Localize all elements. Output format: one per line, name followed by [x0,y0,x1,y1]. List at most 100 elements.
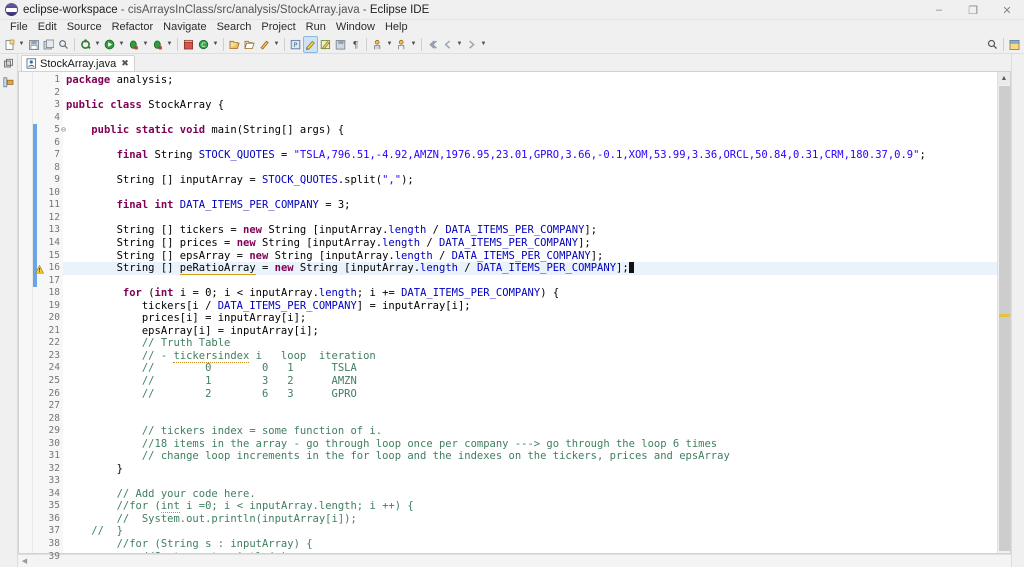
code-line[interactable]: } [63,463,997,476]
pilcrow-icon[interactable]: ¶ [348,36,363,53]
menu-item-window[interactable]: Window [331,20,380,35]
code-line[interactable]: String [] prices = new String [inputArra… [63,237,997,250]
forward-icon[interactable] [464,36,479,53]
build-icon[interactable] [78,36,93,53]
annotation-ruler[interactable] [19,72,33,553]
save-icon[interactable] [26,36,41,53]
restore-view-icon[interactable] [3,58,15,70]
code-line[interactable]: //for (int i =0; i < inputArray.length; … [63,500,997,514]
scroll-left-arrow-icon[interactable]: ◀ [18,557,31,565]
code-line[interactable]: // } [63,525,997,538]
close-icon[interactable]: ✖ [121,58,129,69]
editor-vertical-scrollbar[interactable]: ▲ [997,72,1010,553]
editor-horizontal-scrollbar[interactable]: ◀ [18,554,1011,567]
previous-annotation-icon[interactable] [394,36,409,53]
previous-annotation-dropdown-arrow-icon[interactable]: ▼ [409,36,418,53]
menu-item-search[interactable]: Search [212,20,257,35]
quick-access-icon[interactable] [985,36,1000,53]
code-line[interactable]: tickers[i / DATA_ITEMS_PER_COMPANY] = in… [63,300,997,313]
code-line[interactable]: // System.out.println(inputArray[i]); [63,513,997,526]
menu-item-run[interactable]: Run [301,20,331,35]
line-number-ruler[interactable]: 1 2 3 4 5 ⊖ 6 7 8 9 10 11 12 13 14 15 16 17 18 19 20 21 22 23 24… [33,72,66,562]
code-line[interactable]: public class StockArray { [63,99,997,112]
code-line[interactable]: epsArray[i] = inputArray[i]; [63,325,997,338]
code-line[interactable]: String [] peRatioArray = new String [inp… [63,262,997,276]
last-edit-location-icon[interactable] [425,36,440,53]
code-line[interactable]: // 1 3 2 AMZN [63,375,997,388]
open-type-icon[interactable] [227,36,242,53]
editor-tab-stockarray[interactable]: StockArray.java ✖ [21,55,135,71]
warning-icon[interactable] [34,264,45,274]
code-text-area[interactable]: package analysis; public class StockArray… [63,72,997,553]
code-line[interactable]: String [] inputArray = STOCK_QUOTES.spli… [63,174,997,187]
code-line[interactable] [63,187,997,200]
code-line[interactable]: String [] tickers = new String [inputArr… [63,224,997,237]
code-line[interactable] [63,413,997,426]
code-line[interactable] [63,137,997,150]
menu-item-help[interactable]: Help [380,20,413,35]
code-line[interactable]: prices[i] = inputArray[i]; [63,312,997,325]
menu-item-source[interactable]: Source [62,20,107,35]
code-line[interactable] [63,87,997,100]
next-annotation-dropdown-arrow-icon[interactable]: ▼ [385,36,394,53]
code-line[interactable] [63,212,997,225]
skip-breakpoints-icon[interactable] [333,36,348,53]
package-explorer-icon[interactable] [2,77,15,89]
next-annotation-icon[interactable] [370,36,385,53]
code-line[interactable]: // Truth Table [63,337,997,350]
restore-button[interactable]: ❐ [956,0,990,20]
code-line[interactable] [63,112,997,125]
code-line[interactable]: // - tickersindex i loop iteration [63,349,997,363]
code-line[interactable]: // 2 6 3 GPRO [63,388,997,401]
save-all-icon[interactable] [41,36,56,53]
run-icon[interactable] [102,36,117,53]
code-line[interactable]: final String STOCK_QUOTES = "TSLA,796.51… [63,149,997,162]
run-last-tool-dropdown-arrow-icon[interactable]: ▼ [165,36,174,53]
open-task-icon[interactable] [242,36,257,53]
search-dropdown-arrow-icon[interactable]: ▼ [272,36,281,53]
code-line[interactable]: // tickers index = some function of i. [63,425,997,438]
vertical-scroll-thumb[interactable] [999,86,1010,551]
open-perspective-icon[interactable] [1007,36,1022,53]
code-line[interactable]: for (int i = 0; i < inputArray.length; i… [63,287,997,300]
quick-access-search-icon[interactable] [56,36,71,53]
code-line[interactable] [63,162,997,175]
toggle-block-selection-icon[interactable] [318,36,333,53]
code-line[interactable] [63,400,997,413]
warning-overview-marker[interactable] [999,314,1010,317]
run-last-tool-icon[interactable] [150,36,165,53]
debug-icon[interactable] [126,36,141,53]
code-line[interactable]: //18 items in the array - go through loo… [63,438,997,451]
code-line[interactable] [63,475,997,488]
debug-dropdown-arrow-icon[interactable]: ▼ [141,36,150,53]
new-java-class-icon[interactable]: C [196,36,211,53]
code-line[interactable]: // Add your code here. [63,488,997,501]
minimize-button[interactable]: – [922,0,956,20]
new-java-class-dropdown-arrow-icon[interactable]: ▼ [211,36,220,53]
code-line[interactable]: String [] epsArray = new String [inputAr… [63,250,997,263]
search-icon[interactable] [257,36,272,53]
menu-item-project[interactable]: Project [256,20,300,35]
code-line[interactable]: // 0 0 1 TSLA [63,362,997,375]
scroll-up-arrow-icon[interactable]: ▲ [998,72,1010,85]
menu-item-navigate[interactable]: Navigate [158,20,211,35]
code-line[interactable]: public static void main(String[] args) { [63,124,997,137]
close-button[interactable]: ✕ [990,0,1024,20]
toggle-whitespace-icon[interactable] [303,35,318,53]
new-wizard-icon[interactable] [2,36,17,53]
run-dropdown-arrow-icon[interactable]: ▼ [117,36,126,53]
menu-item-refactor[interactable]: Refactor [107,20,159,35]
back-dropdown-arrow-icon[interactable]: ▼ [455,36,464,53]
code-line[interactable]: // change loop increments in the for loo… [63,450,997,463]
menu-item-file[interactable]: File [5,20,33,35]
new-wizard-dropdown-arrow-icon[interactable]: ▼ [17,36,26,53]
code-line[interactable] [63,275,997,288]
code-line[interactable]: final int DATA_ITEMS_PER_COMPANY = 3; [63,199,997,212]
build-dropdown-arrow-icon[interactable]: ▼ [93,36,102,53]
back-icon[interactable] [440,36,455,53]
toggle-mark-occurrences-icon[interactable]: P [288,36,303,53]
forward-dropdown-arrow-icon[interactable]: ▼ [479,36,488,53]
code-line[interactable]: //for (String s : inputArray) { [63,538,997,551]
menu-item-edit[interactable]: Edit [33,20,62,35]
code-line[interactable]: package analysis; [63,74,997,87]
